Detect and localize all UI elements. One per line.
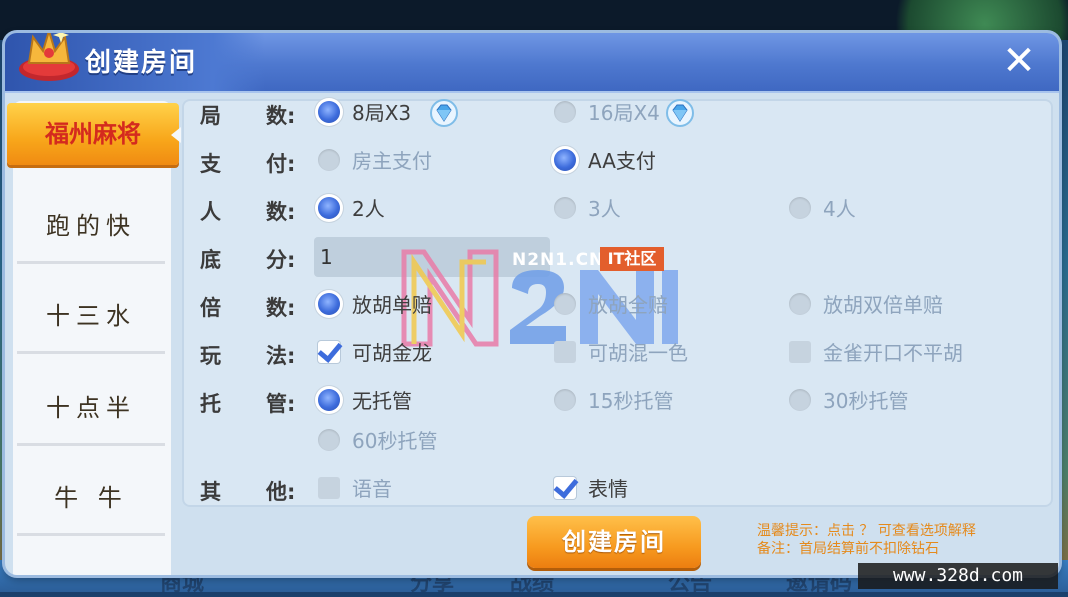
option-label: 2人 (352, 197, 385, 221)
watermark-site: N2N1.CN (512, 250, 605, 270)
close-button[interactable]: ✕ (999, 41, 1039, 81)
option-label: 15秒托管 (588, 389, 674, 413)
option-label: 无托管 (352, 389, 412, 413)
option-label: 3人 (588, 197, 621, 221)
option-hosting-60s[interactable]: 60秒托管 (318, 426, 468, 456)
option-hosting-15s[interactable]: 15秒托管 (554, 386, 704, 416)
radio-unselected (554, 197, 576, 219)
option-rules-golden-sparrow[interactable]: 金雀开口不平胡 (789, 338, 989, 368)
checkbox-checked (318, 341, 340, 363)
radio-unselected (318, 429, 340, 451)
radio-unselected (554, 389, 576, 411)
option-label: 可胡混一色 (588, 341, 688, 365)
sidebar-item-shidianban[interactable]: 十点半 (17, 373, 165, 446)
sidebar-item-label: 福州麻将 (45, 120, 141, 148)
option-label: AA支付 (588, 149, 656, 173)
option-label: 房主支付 (352, 149, 432, 173)
option-players-2[interactable]: 2人 (318, 194, 418, 224)
radio-selected (554, 149, 576, 171)
crown-icon (19, 33, 79, 81)
option-players-3[interactable]: 3人 (554, 194, 654, 224)
radio-selected (318, 101, 340, 123)
checkbox-unchecked (554, 341, 576, 363)
diamond-icon (430, 99, 458, 127)
sidebar-item-label: 牛 牛 (54, 484, 128, 512)
diamond-icon (666, 99, 694, 127)
sidebar-item-label: 跑的快 (46, 212, 136, 240)
option-label: 金雀开口不平胡 (823, 341, 963, 365)
active-indicator (171, 127, 181, 143)
checkbox-checked (554, 477, 576, 499)
checkbox-unchecked (789, 341, 811, 363)
radio-unselected (554, 101, 576, 123)
option-payment-owner[interactable]: 房主支付 (318, 146, 468, 176)
sidebar-item-label: 十点半 (46, 394, 136, 422)
option-label: 表情 (588, 477, 628, 501)
radio-selected (318, 197, 340, 219)
radio-unselected (554, 293, 576, 315)
sidebar-item-paodekuai[interactable]: 跑的快 (17, 191, 165, 264)
game-sidebar: 福州麻将 跑的快 十三水 十点半 牛 牛 (7, 101, 181, 575)
option-label: 放胡单赔 (352, 293, 432, 317)
sidebar-item-shisanshui[interactable]: 十三水 (17, 281, 165, 354)
sidebar-item-niuniu[interactable]: 牛 牛 (17, 463, 165, 536)
option-label: 8局X3 (352, 101, 412, 125)
option-players-4[interactable]: 4人 (789, 194, 889, 224)
option-multiplier-full[interactable]: 放胡全赔 (554, 290, 704, 320)
dialog-header: 创建房间 ✕ (5, 33, 1059, 93)
option-multiplier-single[interactable]: 放胡单赔 (318, 290, 468, 320)
sidebar-item-fuzhou-mahjong[interactable]: 福州麻将 (7, 103, 181, 165)
create-room-button[interactable]: 创建房间 (527, 516, 701, 568)
dialog-title: 创建房间 (85, 48, 198, 78)
radio-unselected (789, 389, 811, 411)
option-multiplier-double[interactable]: 放胡双倍单赔 (789, 290, 969, 320)
option-rounds-8[interactable]: 8局X3 (318, 98, 468, 128)
option-rounds-16[interactable]: 16局X4 (554, 98, 714, 128)
option-label: 可胡金龙 (352, 341, 432, 365)
tip-hint: 温馨提示：点击 ？ 可查看选项解释 (757, 523, 976, 539)
option-label: 放胡双倍单赔 (823, 293, 943, 317)
option-label: 16局X4 (588, 101, 660, 125)
radio-unselected (789, 197, 811, 219)
radio-unselected (789, 293, 811, 315)
watermark-badge: IT社区 (600, 247, 664, 271)
option-rules-mixed-suit[interactable]: 可胡混一色 (554, 338, 714, 368)
site-url-watermark: www.328d.com (858, 563, 1058, 589)
radio-selected (318, 389, 340, 411)
option-rules-golden-dragon[interactable]: 可胡金龙 (318, 338, 468, 368)
option-label: 60秒托管 (352, 429, 438, 453)
option-payment-aa[interactable]: AA支付 (554, 146, 704, 176)
checkbox-unchecked (318, 477, 340, 499)
option-other-emoji[interactable]: 表情 (554, 474, 674, 504)
option-label: 语音 (352, 477, 392, 501)
sidebar-item-label: 十三水 (46, 302, 136, 330)
option-other-voice[interactable]: 语音 (318, 474, 438, 504)
radio-selected (318, 293, 340, 315)
option-label: 30秒托管 (823, 389, 909, 413)
option-label: 4人 (823, 197, 856, 221)
tip-note: 备注：首局结算前不扣除钻石 (757, 541, 939, 557)
option-hosting-30s[interactable]: 30秒托管 (789, 386, 939, 416)
option-hosting-none[interactable]: 无托管 (318, 386, 468, 416)
radio-unselected (318, 149, 340, 171)
option-label: 放胡全赔 (588, 293, 668, 317)
